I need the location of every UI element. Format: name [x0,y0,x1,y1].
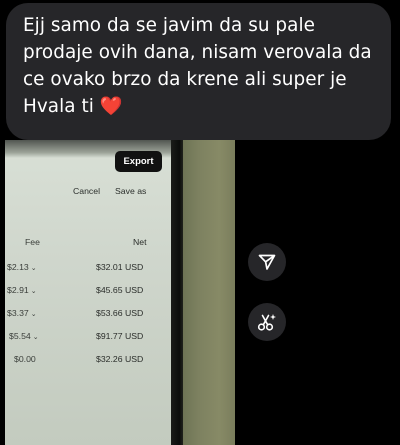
ai-edit-button[interactable] [248,303,286,341]
share-button[interactable] [248,243,286,281]
heart-emoji: ❤️ [99,96,123,117]
net-value: $32.26 USD [96,354,144,364]
fee-value: $5.54 ⌄ [9,331,39,341]
chevron-down-icon: ⌄ [30,288,37,295]
net-value: $91.77 USD [96,331,144,341]
message-text: Ejj samo da se javim da su pale prodaje … [23,15,372,117]
fee-header: Fee [25,237,40,247]
photo-green-strip [183,140,235,445]
net-value: $53.66 USD [96,308,144,318]
chevron-down-icon: ⌄ [30,311,37,318]
fee-value: $2.13 ⌄ [7,262,37,272]
send-icon [258,254,276,270]
net-value: $32.01 USD [96,262,144,272]
cancel-label: Cancel [73,186,101,196]
export-button: Export [115,151,162,172]
fee-value: $3.37 ⌄ [7,308,37,318]
attached-photo[interactable]: Export Cancel Save as Fee Net $2.13 ⌄ $32… [5,140,235,445]
chevron-down-icon: ⌄ [30,265,37,272]
fee-value: $2.91 ⌄ [7,285,37,295]
save-as-label: Save as [115,186,147,196]
net-value: $45.65 USD [96,285,144,295]
scissors-sparkle-icon [257,314,276,331]
chevron-down-icon: ⌄ [32,334,39,341]
fee-value: $0.00 [14,354,36,364]
message-bubble[interactable]: Ejj samo da se javim da su pale prodaje … [6,3,391,140]
net-header: Net [133,237,147,247]
